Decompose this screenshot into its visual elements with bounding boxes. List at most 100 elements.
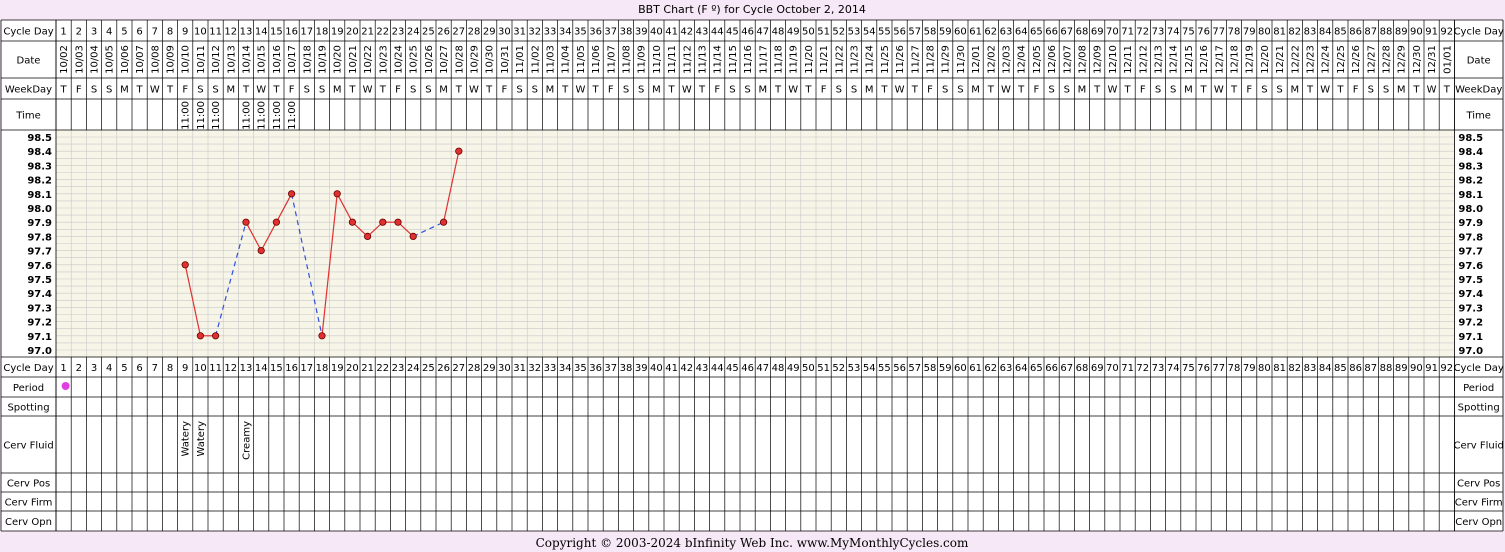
cycle-day-number: 27 bbox=[452, 27, 465, 38]
cycle-day-number-lower: 17 bbox=[300, 363, 313, 374]
date-cell: 12/26 bbox=[1351, 45, 1362, 74]
cycle-day-number-lower: 45 bbox=[726, 363, 739, 374]
cycle-day-number-lower: 33 bbox=[544, 363, 557, 374]
cycle-day-number: 68 bbox=[1076, 27, 1089, 38]
date-cell: 12/20 bbox=[1260, 45, 1271, 74]
date-cell: 11/09 bbox=[637, 45, 648, 74]
y-tick-label-right: 97.9 bbox=[1458, 218, 1483, 229]
date-cell: 11/03 bbox=[546, 45, 557, 74]
y-tick-label: 98.4 bbox=[27, 147, 52, 158]
cycle-day-number: 52 bbox=[832, 27, 845, 38]
date-cell: 12/14 bbox=[1169, 45, 1180, 74]
cycle-day-number: 42 bbox=[680, 27, 693, 38]
weekday-cell: S bbox=[319, 85, 325, 96]
row-background bbox=[1, 492, 1503, 511]
y-tick-label: 97.8 bbox=[27, 232, 52, 243]
cycle-day-number: 92 bbox=[1440, 27, 1453, 38]
date-cell: 10/11 bbox=[196, 45, 207, 74]
cycle-day-number-lower: 92 bbox=[1440, 363, 1453, 374]
weekday-cell: F bbox=[289, 85, 295, 96]
date-cell: 10/29 bbox=[470, 45, 481, 74]
cycle-day-number-lower: 13 bbox=[240, 363, 253, 374]
cycle-day-number: 71 bbox=[1121, 27, 1134, 38]
date-cell: 11/19 bbox=[789, 45, 800, 74]
time-cell: 11:00 bbox=[287, 101, 298, 130]
cycle-day-number-lower: 29 bbox=[483, 363, 496, 374]
date-cell: 12/19 bbox=[1245, 45, 1256, 74]
weekday-cell: T bbox=[485, 85, 493, 96]
cycle-day-number-lower: 48 bbox=[772, 363, 785, 374]
date-cell: 11/04 bbox=[561, 45, 572, 74]
cycle-day-number: 58 bbox=[924, 27, 937, 38]
cycle-day-number: 67 bbox=[1060, 27, 1073, 38]
cycle-day-number-lower: 4 bbox=[106, 363, 112, 374]
date-cell: 12/05 bbox=[1032, 45, 1043, 74]
cycle-day-number-lower: 82 bbox=[1288, 363, 1301, 374]
weekday-cell: F bbox=[182, 85, 188, 96]
cycle-day-number: 51 bbox=[817, 27, 830, 38]
temperature-point bbox=[196, 332, 204, 340]
date-cell: 11/10 bbox=[652, 45, 663, 74]
y-tick-label: 97.9 bbox=[27, 218, 52, 229]
weekday-cell: T bbox=[698, 85, 706, 96]
weekday-cell: T bbox=[1443, 85, 1451, 96]
cycle-day-number: 14 bbox=[255, 27, 268, 38]
temperature-point bbox=[212, 332, 220, 340]
date-cell: 11/15 bbox=[728, 45, 739, 74]
date-cell: 11/17 bbox=[758, 45, 769, 74]
cycle-day-number-lower: 49 bbox=[787, 363, 800, 374]
weekday-cell: F bbox=[608, 85, 614, 96]
date-cell: 12/02 bbox=[986, 45, 997, 74]
cycle-day-number: 5 bbox=[121, 27, 127, 38]
cycle-day-number: 35 bbox=[574, 27, 587, 38]
weekday-cell: M bbox=[120, 85, 129, 96]
date-cell: 11/11 bbox=[667, 45, 678, 74]
cycle-day-number: 73 bbox=[1152, 27, 1165, 38]
weekday-cell: S bbox=[91, 85, 97, 96]
cycle-day-number-lower: 8 bbox=[167, 363, 173, 374]
weekday-cell: T bbox=[1230, 85, 1238, 96]
cycle-day-number-lower: 32 bbox=[528, 363, 541, 374]
cycle-day-number-lower: 30 bbox=[498, 363, 511, 374]
weekday-cell: W bbox=[788, 85, 798, 96]
date-cell: 11/23 bbox=[850, 45, 861, 74]
weekday-cell: W bbox=[363, 85, 373, 96]
weekday-cell: T bbox=[242, 85, 250, 96]
row-label-right-cerv-opn: Cerv Opn bbox=[1455, 517, 1502, 528]
cycle-day-number: 88 bbox=[1380, 27, 1393, 38]
cycle-day-number-lower: 12 bbox=[224, 363, 237, 374]
cycle-day-number-lower: 69 bbox=[1091, 363, 1104, 374]
cycle-day-number-lower: 22 bbox=[376, 363, 389, 374]
cycle-day-number-lower: 23 bbox=[392, 363, 405, 374]
date-cell: 10/15 bbox=[257, 45, 268, 74]
cycle-day-number: 74 bbox=[1167, 27, 1180, 38]
cycle-day-number: 41 bbox=[665, 27, 678, 38]
copyright-text: Copyright © 2003-2024 bInfinity Web Inc.… bbox=[536, 536, 969, 550]
date-cell: 10/31 bbox=[500, 45, 511, 74]
cycle-day-number-lower: 6 bbox=[136, 363, 142, 374]
weekday-cell: T bbox=[1093, 85, 1101, 96]
y-tick-label-right: 98.0 bbox=[1458, 204, 1483, 215]
cycle-day-number-lower: 67 bbox=[1060, 363, 1073, 374]
date-cell: 12/13 bbox=[1154, 45, 1165, 74]
cycle-day-number: 76 bbox=[1197, 27, 1210, 38]
weekday-cell: M bbox=[1078, 85, 1087, 96]
weekday-cell: W bbox=[575, 85, 585, 96]
cycle-day-number-lower: 87 bbox=[1364, 363, 1377, 374]
weekday-cell: S bbox=[957, 85, 963, 96]
temperature-point bbox=[257, 247, 265, 255]
weekday-cell: W bbox=[469, 85, 479, 96]
date-cell: 12/21 bbox=[1275, 45, 1286, 74]
cycle-day-number: 83 bbox=[1304, 27, 1317, 38]
weekday-cell: T bbox=[592, 85, 600, 96]
weekday-cell: S bbox=[744, 85, 750, 96]
weekday-cell: M bbox=[1397, 85, 1406, 96]
weekday-cell: W bbox=[150, 85, 160, 96]
row-background bbox=[1, 511, 1503, 531]
cycle-day-number-lower: 24 bbox=[407, 363, 420, 374]
chart-title: BBT Chart (F º) for Cycle October 2, 201… bbox=[638, 3, 866, 16]
cycle-day-number: 62 bbox=[984, 27, 997, 38]
cycle-day-number: 40 bbox=[650, 27, 663, 38]
row-label-date: Date bbox=[17, 56, 41, 67]
date-cell: 11/22 bbox=[834, 45, 845, 74]
